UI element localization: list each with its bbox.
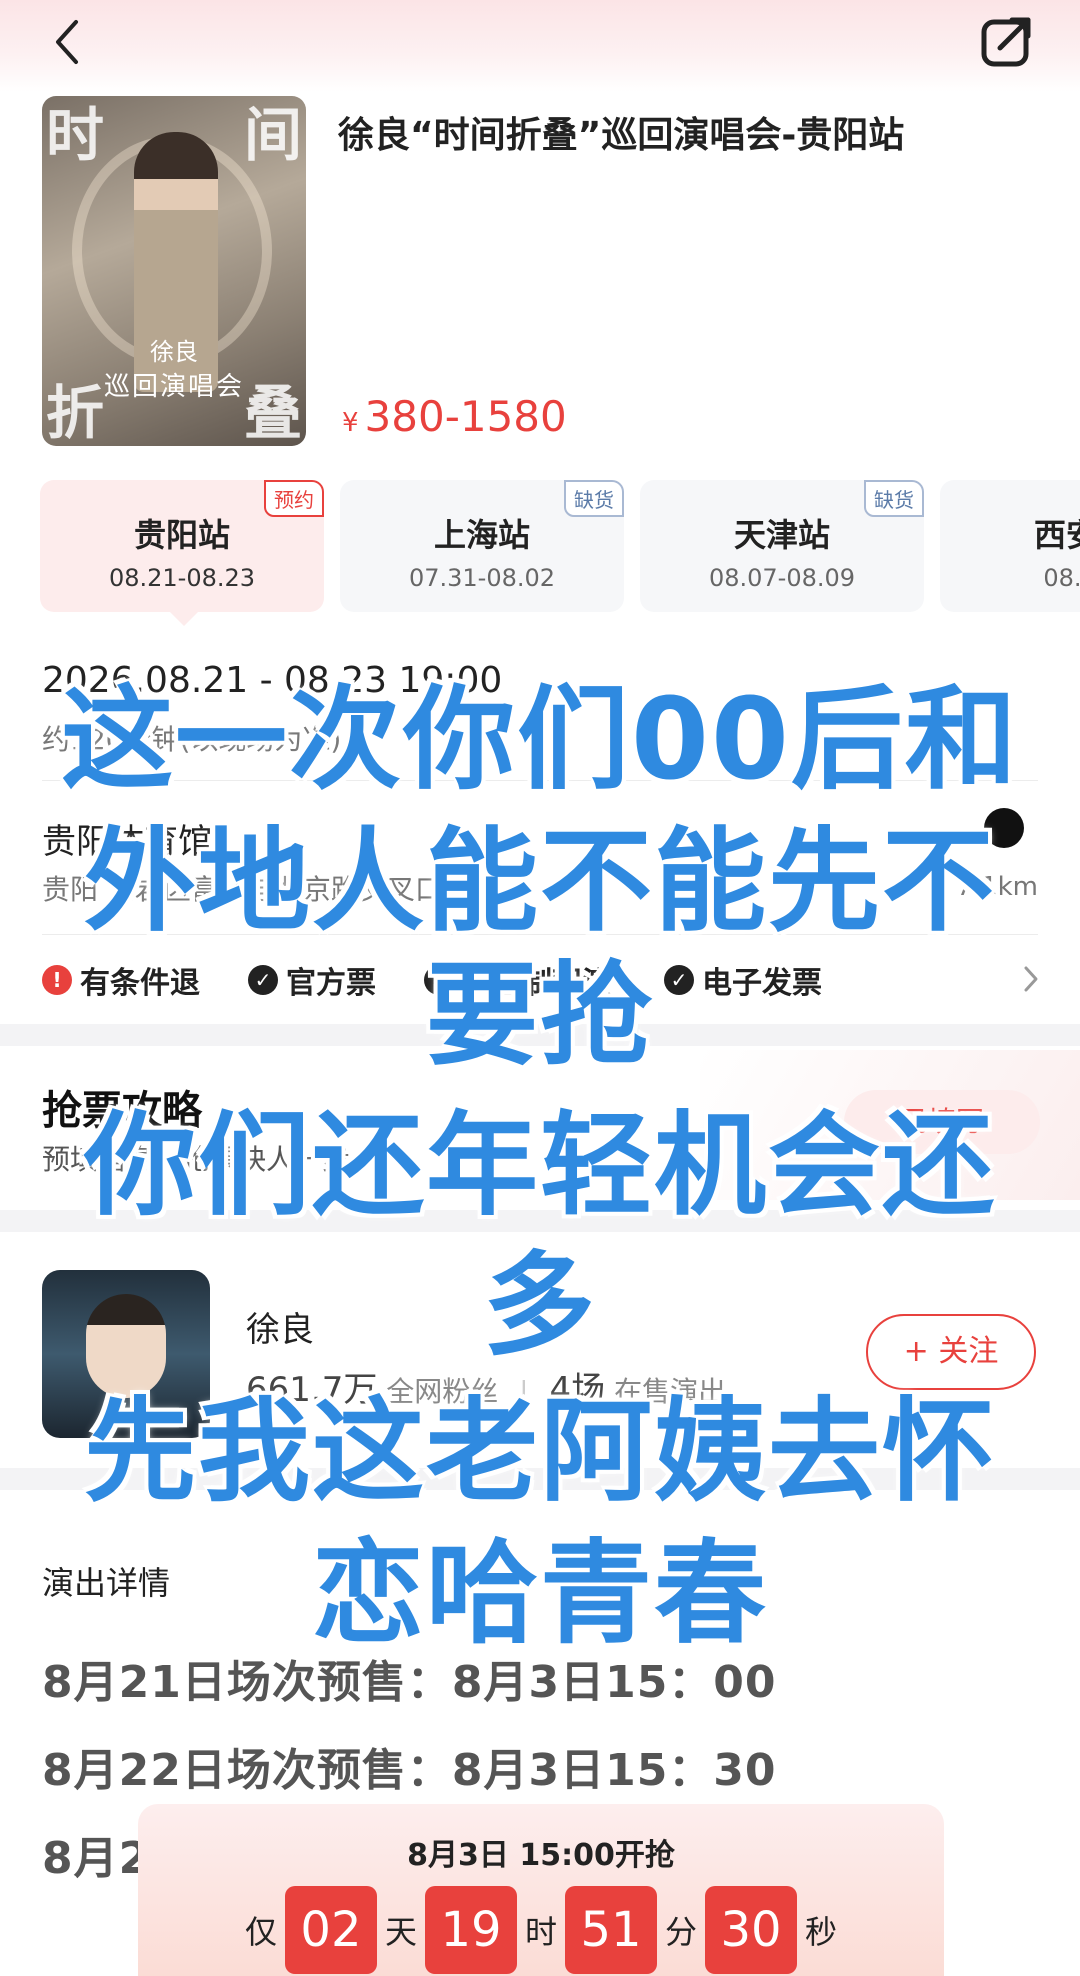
- station-card-xian[interactable]: 西安站 08.28-: [940, 480, 1080, 612]
- countdown-timer: 仅 02 天 19 时 51 分 30 秒: [138, 1886, 944, 1974]
- station-pointer: [170, 612, 198, 626]
- station-tag: 缺货: [564, 480, 624, 517]
- stat-separator: |: [519, 1375, 529, 1408]
- share-icon[interactable]: [978, 12, 1036, 70]
- check-icon: ✓: [664, 965, 694, 995]
- station-dates: 08.21-08.23: [108, 564, 256, 592]
- strategy-subtitle: 预填信息，抢票快人一步: [42, 1143, 351, 1176]
- service-tag: ✓ 电子发票: [664, 958, 822, 1002]
- station-dates: 08.07-08.09: [708, 564, 856, 592]
- service-label: 有条件退: [80, 966, 200, 1001]
- venue-address: 贵阳 云岩区富路与北京路交叉口: [42, 873, 443, 906]
- service-label: 电子发票: [702, 966, 822, 1001]
- service-tag: ! 有条件退: [42, 958, 200, 1002]
- service-tags[interactable]: ! 有条件退 ✓ 官方票 ✓ 实名制观演 ✓ 电子发票: [42, 958, 1042, 1002]
- poster-subtitle: 巡回演唱会: [103, 372, 244, 402]
- top-bar: [0, 0, 1080, 92]
- station-card-guiyang[interactable]: 预约 贵阳站 08.21-08.23: [40, 480, 324, 612]
- prefill-status-button[interactable]: 已填写: [844, 1090, 1040, 1154]
- chevron-right-icon[interactable]: [1020, 962, 1042, 996]
- presale-line: 8月21日场次预售：8月3日15：00: [42, 1657, 777, 1708]
- artist-stats: 661.7万 全网粉丝 | 4场 在售演出: [246, 1362, 726, 1411]
- divider: [42, 934, 1038, 935]
- station-dates: 08.28-: [1043, 564, 1080, 592]
- check-icon: ✓: [248, 965, 278, 995]
- chevron-left-icon[interactable]: [48, 14, 88, 70]
- countdown-unit: 秒: [805, 1913, 838, 1951]
- fans-label: 全网粉丝: [386, 1375, 499, 1408]
- section-separator: [0, 1468, 1080, 1490]
- price-range: ¥380-1580: [342, 392, 567, 441]
- countdown-unit: 时: [524, 1913, 557, 1951]
- station-selector: 预约 贵阳站 08.21-08.23 缺货 上海站 07.31-08.02 缺货…: [40, 480, 1080, 616]
- station-card-shanghai[interactable]: 缺货 上海站 07.31-08.02: [340, 480, 624, 612]
- service-tag: ✓ 实名制观演: [424, 958, 612, 1002]
- divider: [42, 780, 1038, 781]
- artist-avatar[interactable]: [42, 1270, 210, 1438]
- currency-symbol: ¥: [342, 408, 359, 438]
- poster-artist-name: 徐良: [150, 338, 198, 366]
- countdown-panel[interactable]: 8月3日 15:00开抢 仅 02 天 19 时 51 分 30 秒: [138, 1804, 944, 1976]
- station-dates: 07.31-08.02: [408, 564, 556, 592]
- artist-face: [86, 1294, 166, 1398]
- shows-label: 在售演出: [614, 1375, 727, 1408]
- event-poster[interactable]: 时 间 折 叠 徐良 巡回演唱会: [42, 96, 306, 446]
- venue-name[interactable]: 贵阳体育馆: [42, 814, 212, 863]
- countdown-minutes: 51: [565, 1886, 657, 1974]
- service-tag: ✓ 官方票: [248, 958, 376, 1002]
- shows-count: 4场: [549, 1370, 606, 1410]
- service-label: 实名制观演: [462, 966, 612, 1001]
- navigation-icon[interactable]: [984, 808, 1024, 848]
- presale-line: 8月2: [42, 1833, 151, 1884]
- follow-button[interactable]: + 关注: [866, 1314, 1036, 1390]
- countdown-seconds: 30: [705, 1886, 798, 1974]
- presale-line: 8月22日场次预售：8月3日15：30: [42, 1745, 777, 1796]
- station-tag: 预约: [264, 480, 324, 517]
- alert-icon: !: [42, 965, 72, 995]
- poster-corner-text: 时: [46, 101, 105, 169]
- countdown-unit: 分: [665, 1913, 698, 1951]
- countdown-prefix: 仅: [244, 1913, 277, 1951]
- event-duration: 约120分钟(以现场为准): [42, 723, 342, 756]
- countdown-days: 02: [284, 1886, 377, 1974]
- event-datetime: 2026.08.21 - 08.23 19:00: [42, 660, 503, 701]
- station-name: 西安站: [1033, 516, 1080, 554]
- details-title: 演出详情: [42, 1564, 171, 1602]
- poster-corner-text: 间: [243, 101, 302, 169]
- price-value: 380-1580: [364, 392, 567, 441]
- station-card-tianjin[interactable]: 缺货 天津站 08.07-08.09: [640, 480, 924, 612]
- event-title: 徐良“时间折叠”巡回演唱会-贵阳站: [338, 115, 905, 156]
- strategy-title: 抢票攻略: [42, 1088, 202, 1134]
- section-separator: [0, 1210, 1080, 1232]
- countdown-unit: 天: [384, 1913, 417, 1951]
- station-tag: 缺货: [864, 480, 924, 517]
- check-icon: ✓: [424, 965, 454, 995]
- section-separator: [0, 1024, 1080, 1046]
- service-label: 官方票: [286, 966, 376, 1001]
- venue-distance: 7.1km: [956, 872, 1038, 902]
- countdown-hours: 19: [424, 1886, 517, 1974]
- fans-count: 661.7万: [246, 1370, 378, 1410]
- countdown-title: 8月3日 15:00开抢: [407, 1838, 675, 1873]
- artist-name[interactable]: 徐良: [246, 1302, 314, 1351]
